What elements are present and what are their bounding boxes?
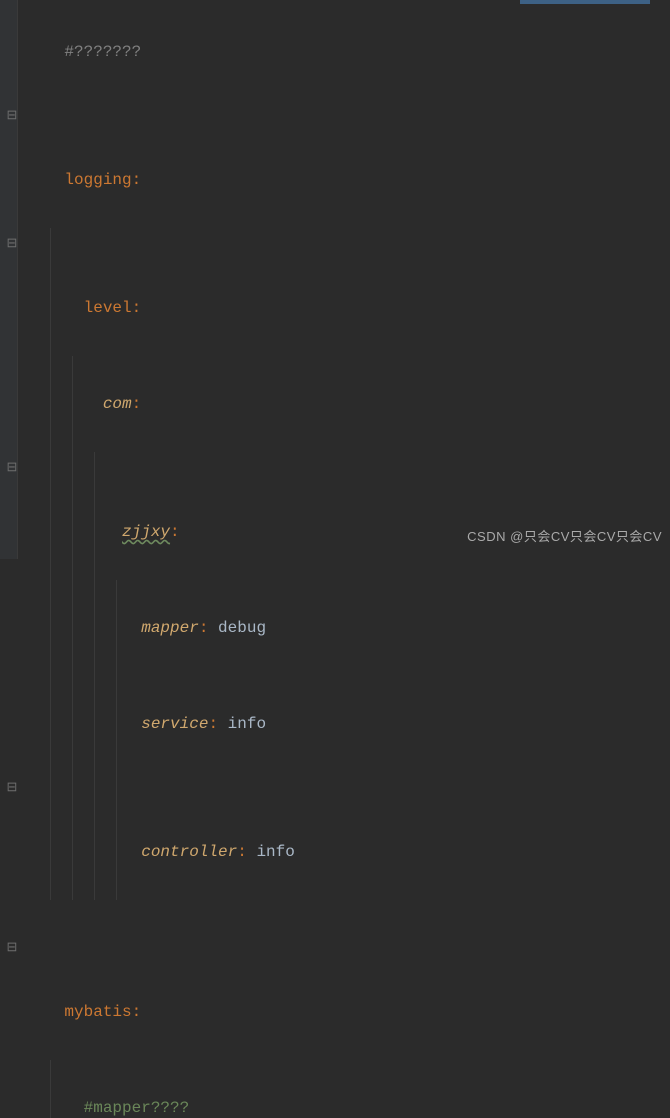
fold-icon[interactable]: ⊟: [6, 228, 18, 260]
yaml-value: debug: [218, 619, 266, 637]
code-line: [22, 900, 670, 932]
fold-icon[interactable]: ⊟: [6, 452, 18, 484]
yaml-comment: #mapper????: [84, 1099, 190, 1117]
code-line: ⊟ mybatis:: [22, 932, 670, 1060]
watermark: CSDN @只会CV只会CV只会CV: [467, 521, 662, 553]
fold-end-icon[interactable]: ⊟: [6, 772, 18, 804]
fold-icon[interactable]: ⊟: [6, 932, 18, 964]
fold-icon[interactable]: ⊟: [6, 100, 18, 132]
code-line: mapper: debug: [22, 580, 670, 676]
code-line: ⊟ controller: info: [22, 772, 670, 900]
yaml-key: logging: [64, 171, 131, 189]
code-line: #???????: [22, 4, 670, 100]
code-line: ⊟ logging:: [22, 100, 670, 228]
yaml-key: mapper: [141, 619, 199, 637]
yaml-key: level: [84, 299, 132, 317]
yaml-value: info: [228, 715, 266, 733]
code-line: com:: [22, 356, 670, 452]
yaml-key: zjjxy: [122, 523, 170, 541]
code-line: ⊟ level:: [22, 228, 670, 356]
code-editor[interactable]: #??????? ⊟ logging: ⊟ level: com: ⊟ zjjx…: [0, 0, 670, 1118]
yaml-key: com: [103, 395, 132, 413]
yaml-value: info: [256, 843, 294, 861]
code-line: ⊟ zjjxy:: [22, 452, 670, 580]
yaml-key: service: [141, 715, 208, 733]
code-line: #mapper????: [22, 1060, 670, 1118]
code-line: service: info: [22, 676, 670, 772]
yaml-key: controller: [141, 843, 237, 861]
yaml-key: mybatis: [64, 1003, 131, 1021]
yaml-comment: #???????: [64, 43, 141, 61]
